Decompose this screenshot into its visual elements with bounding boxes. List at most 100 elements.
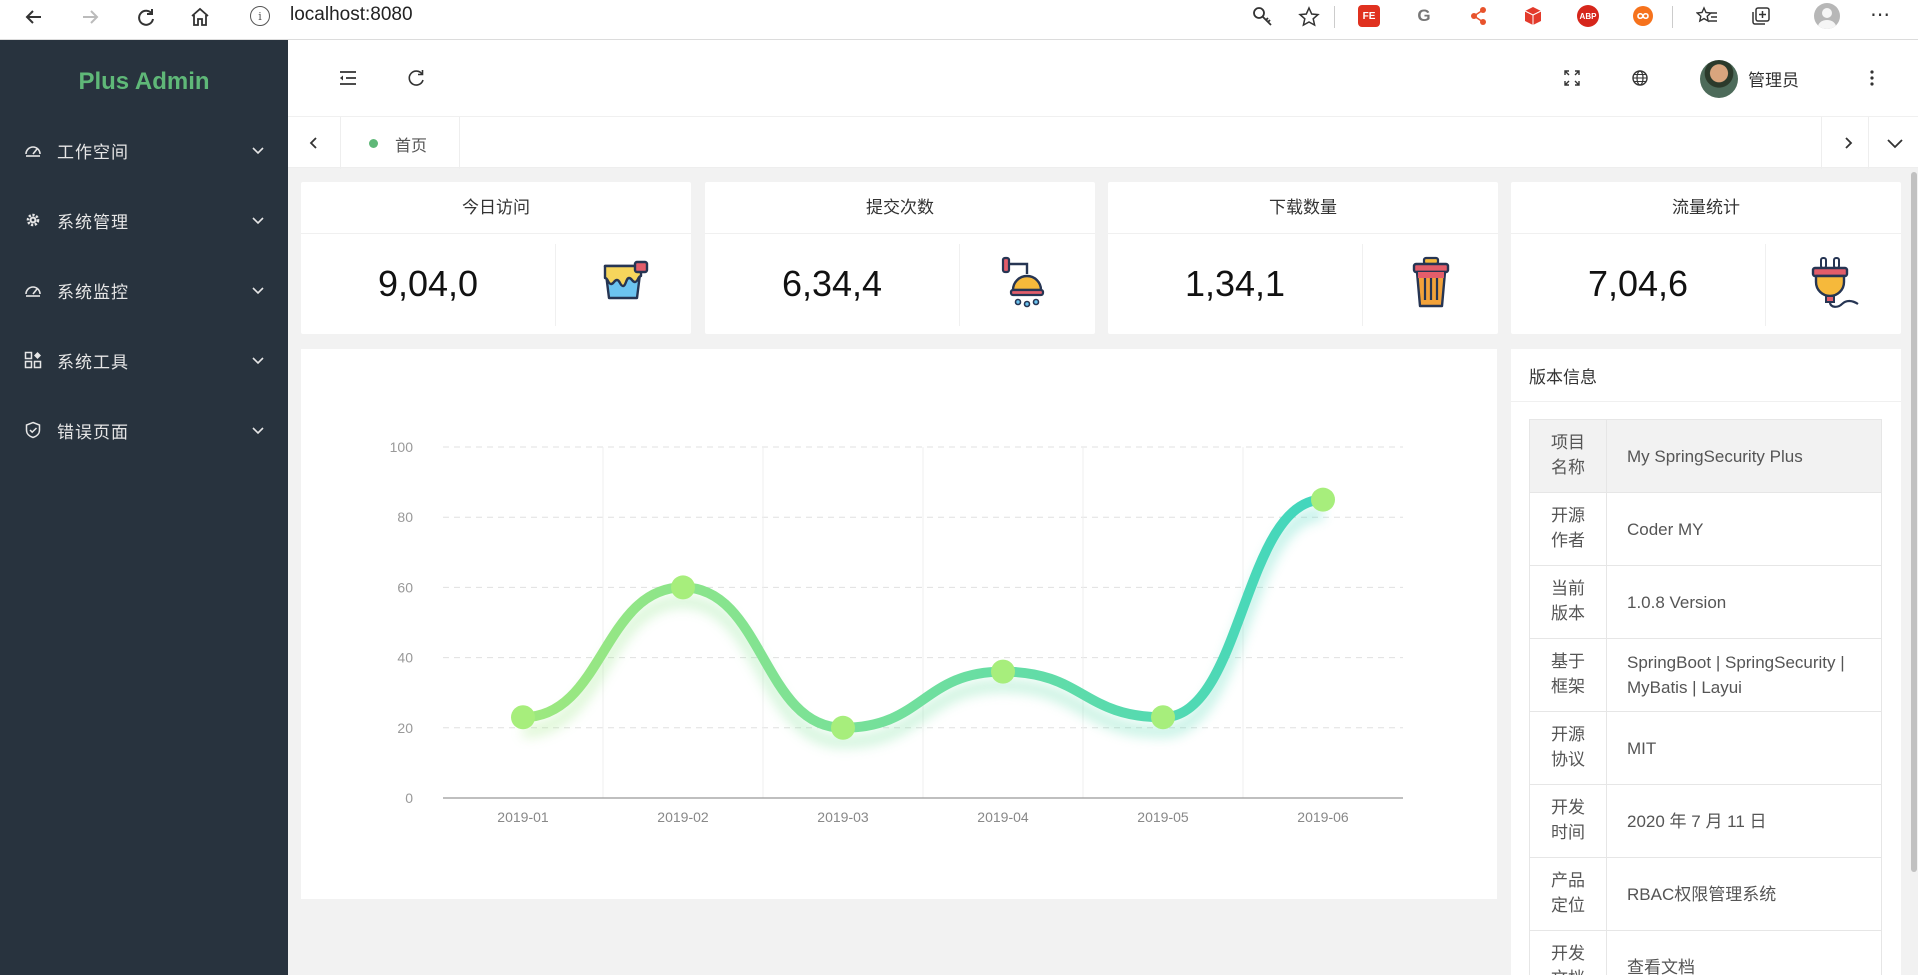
adblock-extension-icon[interactable]: ABP — [1577, 5, 1599, 27]
sidebar-item-label: 错误页面 — [57, 423, 129, 443]
sidebar-item-label: 系统管理 — [57, 213, 129, 233]
row-key: 基于框架 — [1529, 638, 1607, 712]
sidebar-item-error-pages[interactable]: 错误页面 — [0, 402, 288, 458]
data-point — [991, 659, 1015, 684]
sidebar-item-label: 工作空间 — [57, 143, 129, 163]
collections-icon[interactable] — [1750, 5, 1772, 31]
plug-icon — [1807, 256, 1861, 310]
address-bar[interactable]: localhost:8080 — [290, 4, 413, 26]
row-key: 开发文档 — [1529, 930, 1607, 975]
row-key: 开发时间 — [1529, 784, 1607, 858]
sidebar-item-system-management[interactable]: 系统管理 — [0, 192, 288, 248]
card-divider — [1362, 244, 1363, 326]
chevron-down-icon — [250, 282, 266, 298]
x-tick-label: 2019-04 — [977, 809, 1029, 825]
stat-card-submits: 提交次数 6,34,4 — [705, 182, 1095, 334]
tab-options-chevron-icon[interactable] — [1868, 117, 1918, 169]
card-title: 今日访问 — [301, 182, 691, 234]
network-extension-icon[interactable] — [1468, 5, 1490, 31]
chevron-down-icon — [250, 212, 266, 228]
line-chart: 0 20 40 60 80 100 2019-01 2019-02 2019-03 2019-0… — [390, 439, 1403, 825]
table-row: 开发时间 2020 年 7 月 11 日 — [1529, 784, 1882, 858]
sidebar-item-label: 系统工具 — [57, 353, 129, 373]
tab-scroll-right-icon[interactable] — [1821, 117, 1873, 169]
more-menu-icon[interactable]: ⋯ — [1870, 2, 1891, 26]
stat-card-traffic: 流量统计 7,04,6 — [1511, 182, 1901, 334]
row-key: 开源协议 — [1529, 711, 1607, 785]
table-row: 项目名称 My SpringSecurity Plus — [1529, 419, 1882, 493]
refresh-icon[interactable] — [404, 66, 428, 90]
reload-icon[interactable] — [126, 0, 166, 34]
back-icon[interactable] — [14, 0, 54, 34]
g-extension-icon[interactable]: G — [1413, 5, 1435, 27]
row-value: 1.0.8 Version — [1606, 565, 1882, 639]
active-tab-dot — [369, 139, 378, 148]
y-tick-label: 100 — [390, 439, 414, 455]
row-value: SpringBoot | SpringSecurity | MyBatis | … — [1606, 638, 1882, 712]
stat-card-downloads: 下载数量 1,34,1 — [1108, 182, 1498, 334]
scrollbar-thumb[interactable] — [1911, 172, 1917, 872]
data-point — [831, 715, 855, 740]
chart-panel: 0 20 40 60 80 100 2019-01 2019-02 2019-03 2019-0… — [301, 349, 1497, 899]
shower-icon — [1001, 256, 1055, 310]
trash-can-icon — [1404, 256, 1458, 310]
row-value: RBAC权限管理系统 — [1606, 857, 1882, 931]
y-tick-label: 80 — [397, 509, 413, 525]
home-icon[interactable] — [180, 0, 220, 34]
table-row: 当前版本 1.0.8 Version — [1529, 565, 1882, 639]
avatar[interactable] — [1700, 60, 1738, 98]
key-icon[interactable] — [1252, 6, 1274, 32]
card-divider — [1765, 244, 1766, 326]
card-divider — [959, 244, 960, 326]
globe-icon[interactable] — [1628, 66, 1652, 90]
y-tick-label: 60 — [397, 579, 413, 595]
toolbar-divider — [1672, 6, 1673, 28]
data-point — [671, 575, 695, 600]
row-key: 开源作者 — [1529, 492, 1607, 566]
x-tick-label: 2019-05 — [1137, 809, 1189, 825]
row-key: 当前版本 — [1529, 565, 1607, 639]
docs-link[interactable]: 查看文档 — [1606, 930, 1882, 975]
card-value: 1,34,1 — [1184, 263, 1286, 304]
fullscreen-icon[interactable] — [1560, 66, 1584, 90]
data-point — [1151, 705, 1175, 730]
row-key: 项目名称 — [1529, 419, 1607, 493]
app-logo[interactable]: Plus Admin — [0, 68, 288, 96]
fe-extension-icon[interactable]: FE — [1358, 5, 1380, 27]
site-info-icon[interactable]: i — [250, 6, 270, 26]
collapse-menu-icon[interactable] — [336, 66, 360, 90]
more-vertical-icon[interactable] — [1860, 66, 1884, 90]
card-divider — [555, 244, 556, 326]
chevron-down-icon — [250, 352, 266, 368]
sidebar-item-workspace[interactable]: 工作空间 — [0, 122, 288, 178]
version-table: 项目名称 My SpringSecurity Plus 开源作者 Coder M… — [1529, 419, 1882, 975]
sidebar-item-system-tools[interactable]: 系统工具 — [0, 332, 288, 388]
tab-home[interactable]: 首页 — [340, 117, 460, 169]
panel-title: 版本信息 — [1529, 368, 1597, 388]
y-tick-label: 0 — [405, 790, 413, 806]
card-value: 7,04,6 — [1587, 263, 1689, 304]
data-point — [511, 705, 535, 730]
table-row: 开源协议 MIT — [1529, 711, 1882, 785]
user-name[interactable]: 管理员 — [1748, 66, 1799, 91]
y-tick-label: 40 — [397, 650, 413, 666]
tab-home-label: 首页 — [395, 136, 428, 155]
row-value: 2020 年 7 月 11 日 — [1606, 784, 1882, 858]
paint-bucket-icon — [597, 256, 651, 310]
grid-icon — [24, 351, 42, 369]
card-title: 流量统计 — [1511, 182, 1901, 234]
profile-icon[interactable] — [1814, 3, 1840, 29]
table-row: 开源作者 Coder MY — [1529, 492, 1882, 566]
favorites-icon[interactable] — [1695, 5, 1718, 31]
top-header: 管理员 — [288, 40, 1918, 116]
card-title: 下载数量 — [1108, 182, 1498, 234]
card-value: 9,04,0 — [377, 263, 479, 304]
star-icon[interactable] — [1298, 6, 1320, 32]
browser-toolbar: i localhost:8080 FE G ABP ⋯ — [0, 0, 1918, 40]
cube-extension-icon[interactable] — [1522, 5, 1544, 31]
x-tick-label: 2019-01 — [497, 809, 549, 825]
forward-icon[interactable] — [70, 0, 110, 34]
tab-scroll-left-icon[interactable] — [288, 117, 340, 169]
sidebar-item-system-monitor[interactable]: 系统监控 — [0, 262, 288, 318]
infinity-extension-icon[interactable] — [1632, 5, 1654, 31]
